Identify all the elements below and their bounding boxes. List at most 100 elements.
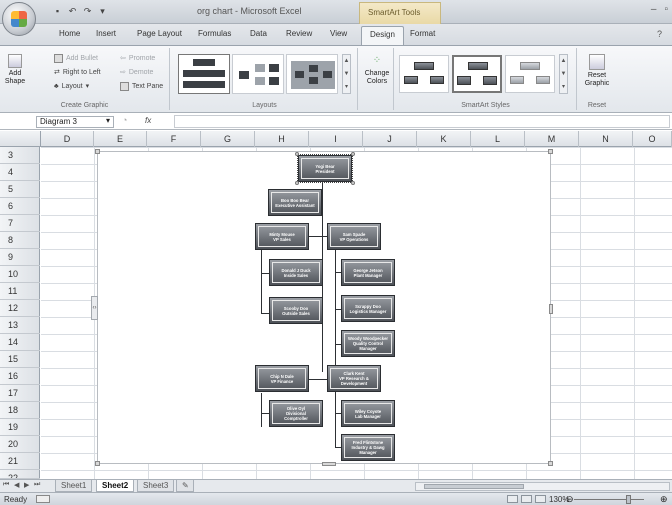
add-bullet-button[interactable]: Add Bullet [54, 54, 98, 63]
undo-icon[interactable]: ↶ [67, 6, 78, 17]
org-node-text[interactable]: Clark Kent VP Research & Development [330, 368, 378, 389]
row-header[interactable]: 7 [0, 215, 40, 232]
tab-formulas[interactable]: Formulas [198, 29, 231, 38]
expand-formula-icon[interactable]: ◔ [122, 115, 127, 125]
node-handle[interactable] [351, 181, 355, 185]
column-header[interactable]: K [417, 131, 471, 147]
text-pane-button[interactable]: Text Pane [120, 82, 163, 91]
tab-page-layout[interactable]: Page Layout [137, 29, 182, 38]
prev-sheet-icon[interactable]: ◀ [14, 481, 19, 489]
row-header[interactable]: 17 [0, 385, 40, 402]
org-node-minty[interactable]: Minty Mouse VP Sales [255, 223, 309, 250]
next-sheet-icon[interactable]: ▶ [24, 481, 29, 489]
layout-thumb-hierarchy[interactable] [232, 54, 284, 94]
insert-sheet-icon[interactable]: ✎ [176, 480, 194, 492]
row-header[interactable]: 22 [0, 470, 40, 479]
row-header[interactable]: 12 [0, 300, 40, 317]
node-handle[interactable] [351, 152, 355, 156]
first-sheet-icon[interactable]: ⏮ [3, 481, 9, 489]
horizontal-scrollbar[interactable] [415, 482, 670, 491]
column-header[interactable]: D [41, 131, 94, 147]
column-header[interactable]: E [94, 131, 147, 147]
org-node-text[interactable]: Chip N Dale VP Finance [258, 368, 306, 389]
style-thumb-3[interactable] [505, 55, 555, 93]
sheet-tab-sheet2[interactable]: Sheet2 [96, 480, 135, 492]
resize-handle[interactable] [549, 304, 553, 314]
resize-handle[interactable] [95, 149, 100, 154]
column-header[interactable]: I [309, 131, 363, 147]
row-header[interactable]: 10 [0, 266, 40, 283]
row-header[interactable]: 4 [0, 164, 40, 181]
formula-input[interactable] [174, 115, 670, 128]
page-break-view-button[interactable] [535, 495, 546, 503]
resize-handle[interactable] [548, 461, 553, 466]
layout-thumb-org-chart[interactable] [178, 54, 230, 94]
styles-gallery-scroll[interactable]: ▲ ▼ ▾ [559, 54, 568, 94]
org-node-text[interactable]: Boo Boo Bear Executive Assistant [271, 192, 319, 213]
column-header[interactable]: M [525, 131, 579, 147]
last-sheet-icon[interactable]: ⏭ [34, 481, 40, 489]
org-node-chip[interactable]: Chip N Dale VP Finance [255, 365, 309, 392]
org-node-text[interactable]: Yogi Bear President [301, 158, 349, 179]
row-header[interactable]: 16 [0, 368, 40, 385]
org-node-text[interactable]: Sam Spade VP Operations [330, 226, 378, 247]
resize-handle[interactable] [95, 461, 100, 466]
org-node-olive[interactable]: Olive Oyl Divisional Comptroller [269, 400, 323, 427]
sheet-tab-sheet1[interactable]: Sheet1 [55, 480, 93, 492]
node-handle[interactable] [295, 181, 299, 185]
layout-thumb-labeled-hierarchy[interactable] [286, 54, 338, 94]
column-header[interactable]: F [147, 131, 201, 147]
tab-data[interactable]: Data [250, 29, 267, 38]
scrollbar-thumb[interactable] [424, 484, 524, 489]
insert-function-button[interactable]: fx [145, 116, 151, 125]
row-header[interactable]: 8 [0, 232, 40, 249]
text-pane-toggle[interactable]: ‹› [91, 296, 98, 320]
org-node-text[interactable]: Scooby Doo Outside Sales [272, 300, 320, 321]
org-node-text[interactable]: Woody Woodpecker Quality Control Manager [344, 333, 392, 354]
tab-format[interactable]: Format [410, 29, 435, 38]
column-header[interactable]: H [255, 131, 309, 147]
org-node-text[interactable]: George Jetson Plant Manager [344, 262, 392, 283]
org-node-scooby[interactable]: Scooby Doo Outside Sales [269, 297, 323, 324]
org-node-text[interactable]: Scrappy Doo Logistics Manager [344, 298, 392, 319]
name-box-dropdown-icon[interactable]: ▾ [106, 116, 110, 125]
tab-design[interactable]: Design [361, 26, 404, 45]
style-thumb-2[interactable] [452, 55, 502, 93]
zoom-in-icon[interactable]: ⊕ [660, 494, 668, 505]
column-header[interactable]: N [579, 131, 633, 147]
sheet-tab-sheet3[interactable]: Sheet3 [137, 480, 175, 492]
org-node-yogi[interactable]: Yogi Bear President [295, 152, 355, 185]
add-shape-button[interactable]: Add Shape [3, 54, 27, 86]
layouts-gallery-scroll[interactable]: ▲ ▼ ▾ [342, 54, 351, 94]
resize-handle[interactable] [322, 462, 336, 466]
row-header[interactable]: 6 [0, 198, 40, 215]
org-node-boo[interactable]: Boo Boo Bear Executive Assistant [268, 189, 322, 216]
layout-button[interactable]: ♣ Layout ▾ [54, 82, 89, 91]
tab-review[interactable]: Review [286, 29, 312, 38]
node-handle[interactable] [295, 152, 299, 156]
select-all-corner[interactable] [0, 131, 41, 147]
tab-home[interactable]: Home [59, 29, 80, 38]
org-node-text[interactable]: Wiley Coyote Lab Manager [344, 403, 392, 424]
help-icon[interactable]: ? [657, 29, 662, 39]
smartart-frame[interactable]: ‹› Yogi Bear President Boo Boo Bear Exec… [91, 149, 553, 466]
restore-icon[interactable]: ▫ [664, 4, 668, 15]
right-to-left-button[interactable]: ⇄ Right to Left [54, 68, 101, 77]
change-colors-button[interactable]: ⁘ Change Colors [363, 54, 391, 86]
org-node-text[interactable]: Donald J Duck Inside Sales [272, 262, 320, 283]
page-layout-view-button[interactable] [521, 495, 532, 503]
column-header[interactable]: L [471, 131, 525, 147]
name-box[interactable]: Diagram 3 [36, 116, 114, 128]
org-node-woody[interactable]: Woody Woodpecker Quality Control Manager [341, 330, 395, 357]
office-button[interactable] [2, 2, 36, 36]
macro-record-icon[interactable] [36, 495, 50, 503]
customize-qat-icon[interactable]: ▾ [97, 6, 108, 17]
row-header[interactable]: 18 [0, 402, 40, 419]
org-node-wiley[interactable]: Wiley Coyote Lab Manager [341, 400, 395, 427]
reset-graphic-button[interactable]: Reset Graphic [582, 54, 612, 88]
demote-button[interactable]: ⇨ Demote [120, 68, 153, 77]
row-header[interactable]: 5 [0, 181, 40, 198]
promote-button[interactable]: ⇦ Promote [120, 54, 155, 63]
row-header[interactable]: 13 [0, 317, 40, 334]
minimize-icon[interactable]: – [651, 4, 657, 15]
